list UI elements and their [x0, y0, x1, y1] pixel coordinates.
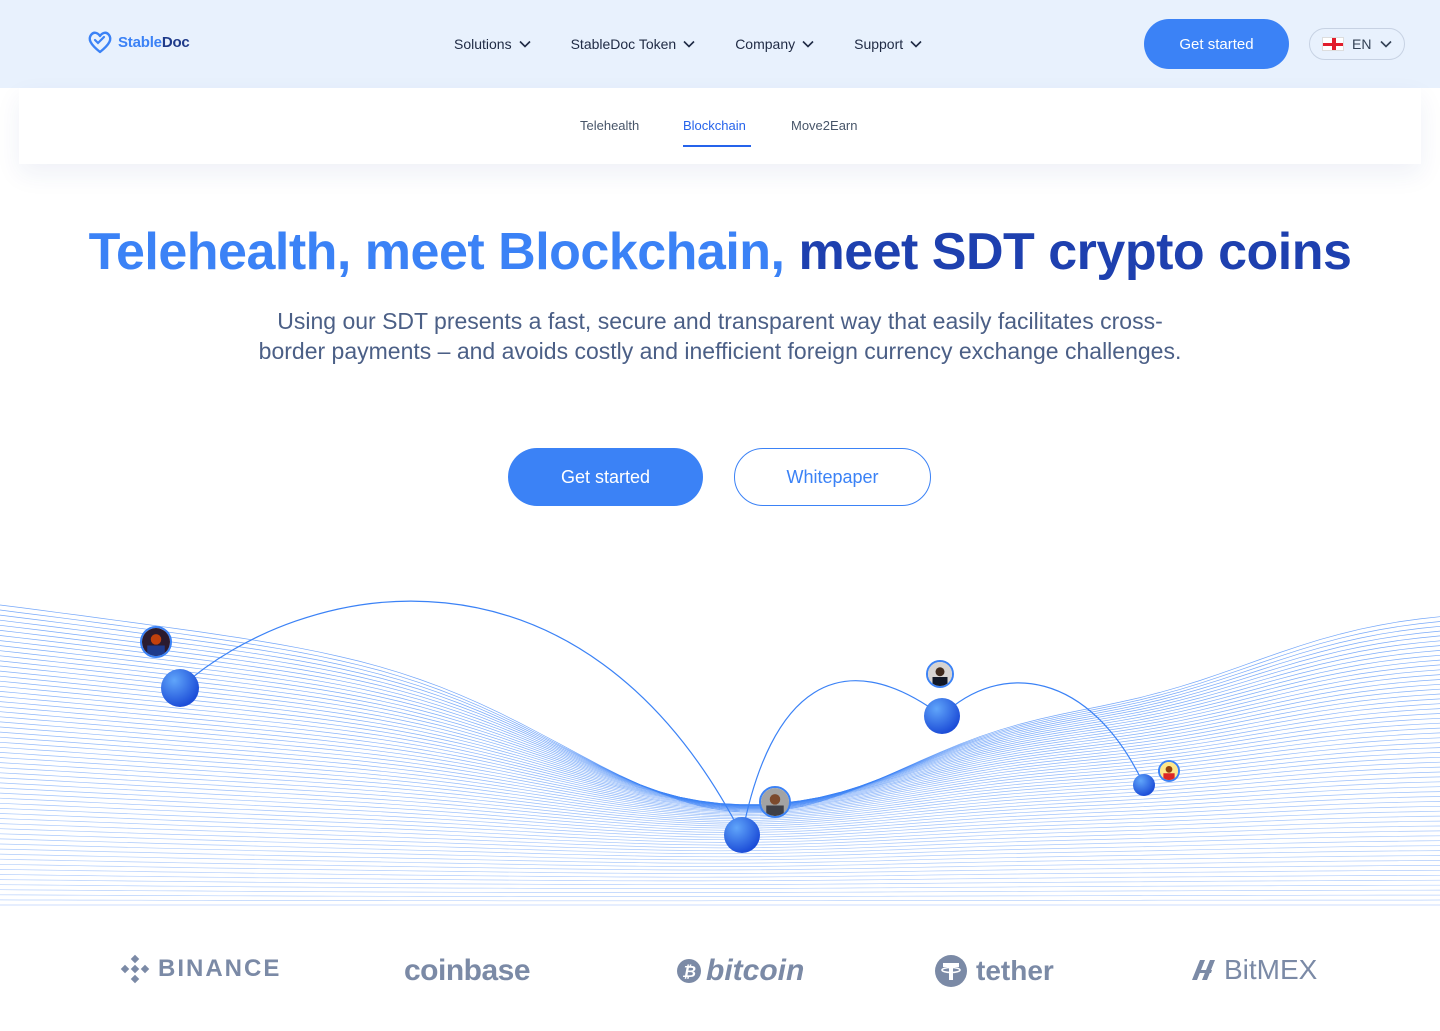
tether-icon [935, 955, 967, 987]
wave-line [0, 843, 1440, 861]
bitmex-icon [1192, 960, 1215, 980]
heart-stethoscope-icon [88, 31, 112, 54]
user-avatar [1158, 760, 1180, 782]
site-header: StableDoc Solutions StableDoc Token Comp… [0, 0, 1440, 88]
nav-item-support[interactable]: Support [854, 34, 923, 54]
wave-line [0, 894, 1440, 897]
partner-bitmex: BitMEX [1190, 954, 1317, 986]
hero-title: Telehealth, meet Blockchain, meet SDT cr… [0, 222, 1440, 282]
active-tab-indicator [683, 145, 751, 147]
user-avatar [759, 786, 791, 818]
partner-name: coinbase [404, 954, 531, 987]
partner-bitcoin: ₿ bitcoin [676, 954, 804, 988]
language-label: EN [1352, 36, 1372, 52]
network-node [724, 817, 760, 853]
wave-line [0, 660, 1440, 806]
nav-item-company[interactable]: Company [735, 34, 815, 54]
wave-line [0, 848, 1440, 864]
nav-item-label: StableDoc Token [570, 36, 677, 52]
tab-telehealth[interactable]: Telehealth [580, 118, 639, 133]
tab-move2earn[interactable]: Move2Earn [791, 118, 857, 133]
wave-line [0, 889, 1440, 893]
partner-name: bitcoin [706, 954, 805, 987]
chevron-down-icon [1380, 40, 1393, 48]
network-node [161, 669, 199, 707]
tab-blockchain[interactable]: Blockchain [683, 118, 746, 133]
wave-line [0, 884, 1440, 889]
wave-line [0, 874, 1440, 882]
user-avatar [140, 626, 172, 658]
partner-name: tether [976, 955, 1054, 986]
nav-item-label: Support [854, 36, 904, 52]
chevron-down-icon [519, 40, 531, 48]
wave-line [0, 899, 1440, 902]
language-selector[interactable]: EN [1309, 28, 1405, 60]
hero-title-part2: meet SDT crypto coins [798, 223, 1352, 281]
partner-binance: BINANCE [120, 954, 281, 984]
wave-line [0, 650, 1440, 806]
connection-arc [179, 600, 743, 836]
solutions-subnav: Telehealth Blockchain Move2Earn [19, 88, 1421, 164]
bitcoin-icon: ₿ [677, 959, 701, 983]
chevron-down-icon [802, 40, 814, 48]
partner-name: BitMEX [1224, 954, 1318, 985]
partner-logos: BINANCE coinbase ₿ bitcoin tether BitMEX [0, 940, 1440, 1010]
hero-title-part1: Telehealth, meet Blockchain, [88, 223, 785, 281]
user-avatar [926, 660, 954, 688]
nav-item-label: Solutions [454, 36, 512, 52]
hero-subtitle: Using our SDT presents a fast, secure an… [258, 308, 1182, 364]
logo[interactable]: StableDoc [86, 28, 190, 56]
nav-item-label: Company [735, 36, 796, 52]
svg-text:₿: ₿ [682, 962, 696, 981]
binance-icon [120, 954, 150, 984]
logo-text: StableDoc [118, 33, 190, 51]
nav-item-stabledoc-token[interactable]: StableDoc Token [571, 34, 697, 54]
whitepaper-button[interactable]: Whitepaper [734, 448, 931, 506]
chevron-down-icon [683, 40, 695, 48]
chevron-down-icon [910, 40, 922, 48]
partner-coinbase: coinbase [404, 954, 531, 988]
blockchain-network-illustration [0, 600, 1440, 906]
nav-item-solutions[interactable]: Solutions [454, 34, 532, 54]
connection-arc [941, 682, 1145, 786]
network-node [924, 698, 960, 734]
get-started-button[interactable]: Get started [508, 448, 703, 506]
england-flag-icon [1322, 37, 1344, 51]
partner-tether: tether [934, 954, 1054, 988]
wave-line [0, 665, 1440, 805]
main-nav: Solutions StableDoc Token Company Suppor… [454, 34, 962, 54]
header-get-started-button[interactable]: Get started [1144, 19, 1289, 69]
wave-line [0, 604, 1440, 813]
partner-name: BINANCE [158, 955, 282, 982]
network-node [1133, 774, 1155, 796]
wave-line [0, 879, 1440, 886]
